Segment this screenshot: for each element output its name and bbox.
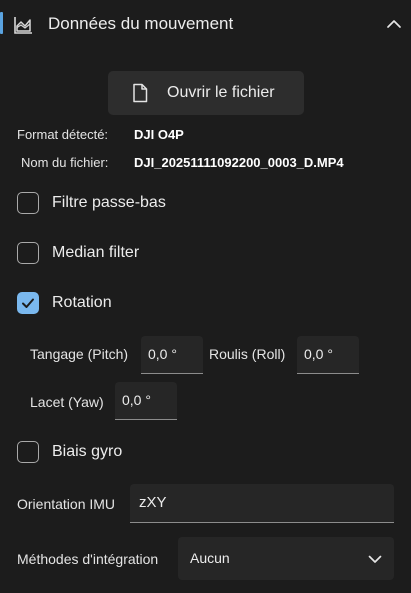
filename-label: Nom du fichier: [21,155,109,170]
roll-label: Roulis (Roll) [209,346,286,362]
file-icon [133,83,148,103]
integration-method-select[interactable]: Aucun [178,537,394,580]
yaw-value: 0,0 ° [122,392,151,408]
section-title: Données du mouvement [48,14,234,33]
lowpass-filter-checkbox[interactable] [17,192,39,214]
rotation-label: Rotation [52,294,112,311]
chart-area-icon [14,17,32,34]
roll-input[interactable]: 0,0 ° [297,336,359,374]
rotation-checkbox[interactable] [17,292,39,314]
imu-orientation-value: zXY [139,494,167,511]
imu-orientation-input[interactable]: zXY [130,484,394,523]
gyro-bias-checkbox[interactable] [17,441,39,463]
roll-value: 0,0 ° [304,346,333,362]
motion-data-panel: Données du mouvement Ouvrir le fichier F… [0,0,411,593]
detected-format-label: Format détecté: [17,127,109,142]
chevron-down-icon [368,555,382,563]
chevron-up-icon[interactable] [385,15,403,33]
integration-method-value: Aucun [190,550,230,566]
pitch-input[interactable]: 0,0 ° [141,336,203,374]
gyro-bias-label: Biais gyro [52,443,123,460]
yaw-label: Lacet (Yaw) [30,394,104,410]
open-file-label: Ouvrir le fichier [167,84,275,101]
yaw-input[interactable]: 0,0 ° [115,382,177,420]
imu-orientation-label: Orientation IMU [17,496,116,512]
open-file-button[interactable]: Ouvrir le fichier [108,71,304,115]
section-header[interactable]: Données du mouvement [0,14,411,62]
median-filter-checkbox[interactable] [17,242,39,264]
lowpass-filter-label: Filtre passe-bas [52,194,166,211]
filename-value: DJI_20251111092200_0003_D.MP4 [134,155,344,170]
checkmark-icon [22,298,34,308]
detected-format-row: Format détecté: DJI O4P [17,127,184,142]
integration-method-label: Méthodes d'intégration [17,551,159,567]
pitch-value: 0,0 ° [148,346,177,362]
filename-row: Nom du fichier: DJI_20251111092200_0003_… [21,155,344,170]
detected-format-value: DJI O4P [134,127,184,142]
median-filter-label: Median filter [52,244,140,261]
pitch-label: Tangage (Pitch) [30,346,129,362]
